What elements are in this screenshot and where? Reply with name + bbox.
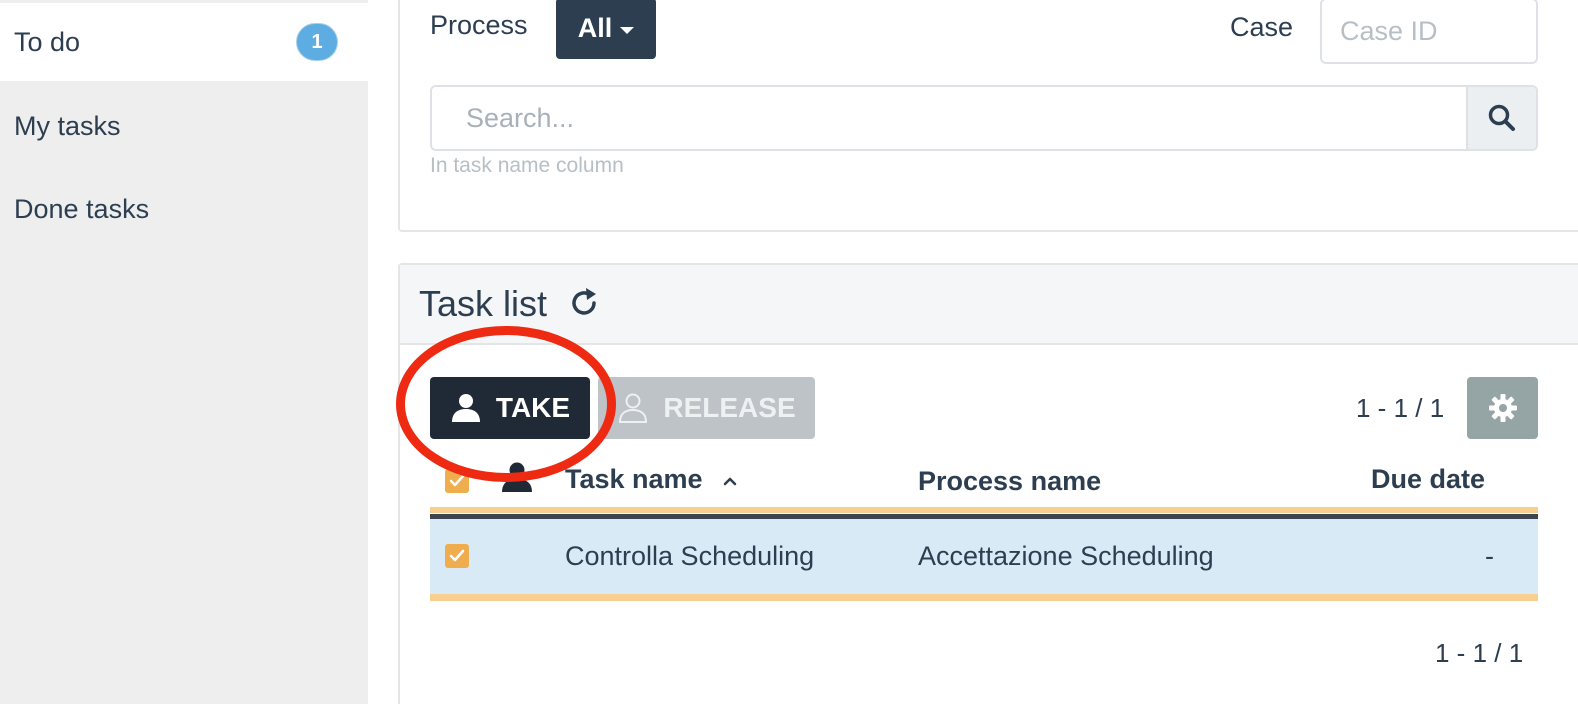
assignee-column-icon <box>500 462 534 492</box>
process-dropdown-value: All <box>577 13 613 43</box>
user-icon <box>451 394 480 422</box>
select-all-checkbox[interactable] <box>445 469 469 493</box>
settings-button[interactable] <box>1467 377 1538 439</box>
pagination-info-top: 1 - 1 / 1 <box>1356 393 1445 423</box>
pagination-info-bottom: 1 - 1 / 1 <box>1435 638 1524 668</box>
header-divider <box>430 507 1538 513</box>
search-button[interactable] <box>1466 87 1536 149</box>
search-icon <box>1488 104 1515 131</box>
sidebar-item-done-tasks[interactable]: Done tasks <box>0 169 368 249</box>
process-dropdown-button[interactable]: All <box>556 0 656 59</box>
process-label: Process <box>430 10 528 40</box>
count-badge: 1 <box>296 23 338 61</box>
refresh-icon[interactable] <box>566 285 602 321</box>
case-label: Case <box>1230 12 1294 42</box>
row-divider <box>430 594 1538 601</box>
sidebar: To do 1 My tasks Done tasks <box>0 0 368 704</box>
check-icon <box>449 474 465 487</box>
user-outline-icon <box>619 393 648 423</box>
cell-due-date: - <box>1485 541 1494 571</box>
task-list-title: Task list <box>419 283 548 324</box>
sidebar-item-label: Done tasks <box>14 193 150 224</box>
release-label: RELEASE <box>663 392 796 423</box>
cell-task-name: Controlla Scheduling <box>565 541 815 571</box>
check-icon <box>449 549 465 562</box>
row-checkbox[interactable] <box>445 544 469 568</box>
take-button[interactable]: TAKE <box>430 377 590 439</box>
case-id-input[interactable] <box>1320 0 1538 64</box>
cell-process-name: Accettazione Scheduling <box>918 541 1214 571</box>
sidebar-item-label: My tasks <box>14 110 121 141</box>
search-hint: In task name column <box>430 154 624 177</box>
sort-ascending-icon[interactable] <box>723 476 737 486</box>
caret-down-icon <box>620 27 635 34</box>
release-button[interactable]: RELEASE <box>598 377 815 439</box>
search-input[interactable] <box>432 87 1466 149</box>
sidebar-item-my-tasks[interactable]: My tasks <box>0 86 368 166</box>
sidebar-item-to-do[interactable]: To do 1 <box>0 3 368 81</box>
column-header-due-date[interactable]: Due date <box>1371 464 1485 495</box>
gear-icon <box>1488 394 1517 422</box>
column-header-process-name[interactable]: Process name <box>918 466 1101 497</box>
column-header-task-name[interactable]: Task name <box>565 464 703 495</box>
take-label: TAKE <box>495 392 571 423</box>
search-box <box>430 85 1538 151</box>
sidebar-item-label: To do <box>14 26 81 57</box>
